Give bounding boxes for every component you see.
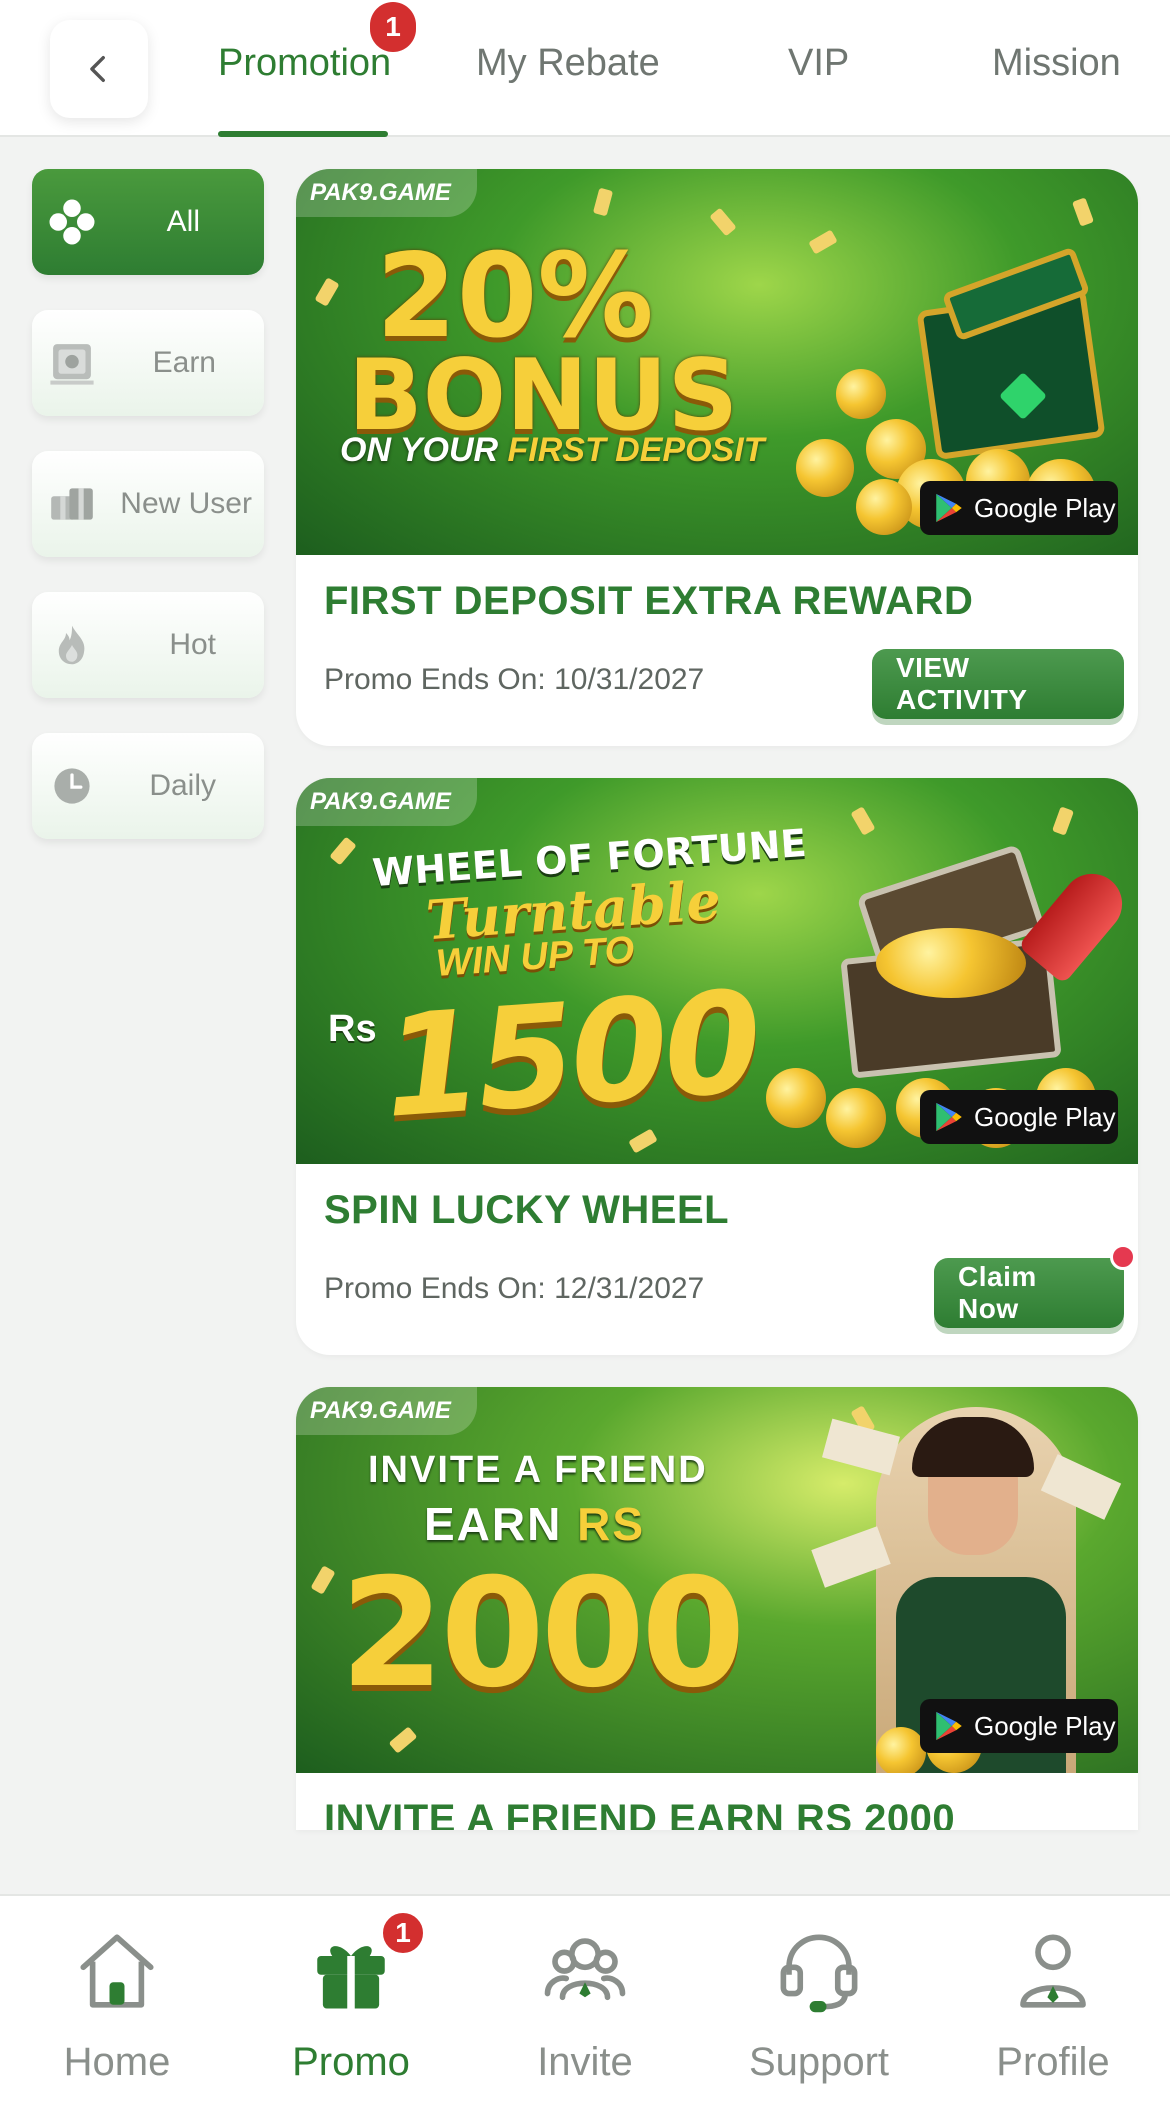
brand-tag: PAK9.GAME: [296, 1387, 477, 1435]
google-play-icon: [936, 1711, 962, 1741]
promo-card-lucky-wheel: PAK9.GAME WHEEL OF FORTUNE Turntable WIN…: [296, 778, 1138, 1355]
bonus-subtitle: ON YOUR FIRST DEPOSIT: [340, 431, 765, 469]
notification-dot: [1110, 1244, 1136, 1270]
tab-promotion[interactable]: Promotion: [218, 42, 391, 85]
invite-friend-banner[interactable]: PAK9.GAME INVITE A FRIEND EARN RS 2000 G…: [296, 1387, 1138, 1773]
promotion-badge: 1: [370, 2, 416, 52]
sidebar-item-label: New User: [120, 487, 252, 520]
sidebar-item-daily[interactable]: Daily: [32, 733, 264, 839]
lucky-wheel-banner[interactable]: PAK9.GAME WHEEL OF FORTUNE Turntable WIN…: [296, 778, 1138, 1164]
currency-label: Rs: [328, 1008, 377, 1050]
sidebar-item-label: All: [166, 205, 200, 238]
sidebar-item-label: Daily: [149, 769, 216, 802]
nav-profile[interactable]: Profile: [936, 1896, 1170, 2118]
clover-icon: [44, 194, 100, 250]
sidebar-item-label: Earn: [152, 346, 216, 379]
active-tab-indicator: [218, 131, 388, 137]
safe-icon: [44, 335, 100, 391]
invite-headline: INVITE A FRIEND: [368, 1449, 708, 1491]
google-play-badge: Google Play: [920, 1090, 1118, 1144]
gift-boxes-icon: [44, 476, 100, 532]
nav-invite[interactable]: Invite: [468, 1896, 702, 2118]
promo-title: SPIN LUCKY WHEEL: [324, 1188, 730, 1232]
promo-title: FIRST DEPOSIT EXTRA REWARD: [324, 579, 974, 623]
home-icon: [80, 1934, 154, 2008]
chevron-left-icon: [90, 55, 105, 83]
top-tab-bar: Promotion 1 My Rebate VIP Mission: [0, 0, 1170, 137]
nav-promo[interactable]: Promo: [234, 1896, 468, 2118]
google-play-badge: Google Play: [920, 1699, 1118, 1753]
promo-end-date: Promo Ends On: 10/31/2027: [324, 663, 705, 696]
google-play-icon: [936, 493, 962, 523]
promo-end-date: Promo Ends On: 12/31/2027: [324, 1272, 705, 1305]
nav-label: Invite: [537, 2040, 633, 2084]
sidebar-item-new-user[interactable]: New User: [32, 451, 264, 557]
nav-home[interactable]: Home: [0, 1896, 234, 2118]
brand-tag: PAK9.GAME: [296, 778, 477, 826]
nav-label: Support: [748, 2040, 890, 2084]
promo-card-first-deposit: PAK9.GAME 20% BONUS ON YOUR FIRST DEPOSI…: [296, 169, 1138, 746]
promo-card-invite-friend: PAK9.GAME INVITE A FRIEND EARN RS 2000 G…: [296, 1387, 1138, 1830]
google-play-icon: [936, 1102, 962, 1132]
promo-title: INVITE A FRIEND EARN RS 2000: [324, 1797, 956, 1830]
invite-amount: 2000: [340, 1547, 745, 1721]
back-button[interactable]: [50, 20, 148, 118]
nav-support[interactable]: Support: [702, 1896, 936, 2118]
nav-label: Promo: [292, 2040, 410, 2084]
claim-now-button[interactable]: Claim Now: [934, 1258, 1124, 1328]
first-deposit-banner[interactable]: PAK9.GAME 20% BONUS ON YOUR FIRST DEPOSI…: [296, 169, 1138, 555]
clock-icon: [44, 758, 100, 814]
person-icon: [1020, 1934, 1086, 2008]
tab-vip[interactable]: VIP: [788, 42, 849, 85]
google-play-badge: Google Play: [920, 481, 1118, 535]
sidebar-item-earn[interactable]: Earn: [32, 310, 264, 416]
sidebar-item-label: Hot: [169, 628, 216, 661]
bottom-navigation: Home Promo 1 Invite Support Profile: [0, 1894, 1170, 2118]
tab-my-rebate[interactable]: My Rebate: [476, 42, 660, 85]
sidebar-item-all[interactable]: All: [32, 169, 264, 275]
promo-badge: 1: [380, 1910, 426, 1956]
headset-icon: [780, 1934, 858, 2013]
people-icon: [544, 1938, 626, 2001]
tab-mission[interactable]: Mission: [992, 42, 1121, 85]
sidebar-item-hot[interactable]: Hot: [32, 592, 264, 698]
nav-label: Home: [63, 2040, 171, 2084]
earn-line: EARN RS: [424, 1498, 646, 1550]
flame-icon: [44, 617, 100, 673]
nav-label: Profile: [996, 2040, 1110, 2084]
prize-amount: 1500: [378, 961, 763, 1150]
view-activity-button[interactable]: VIEW ACTIVITY: [872, 649, 1124, 719]
brand-tag: PAK9.GAME: [296, 169, 477, 217]
